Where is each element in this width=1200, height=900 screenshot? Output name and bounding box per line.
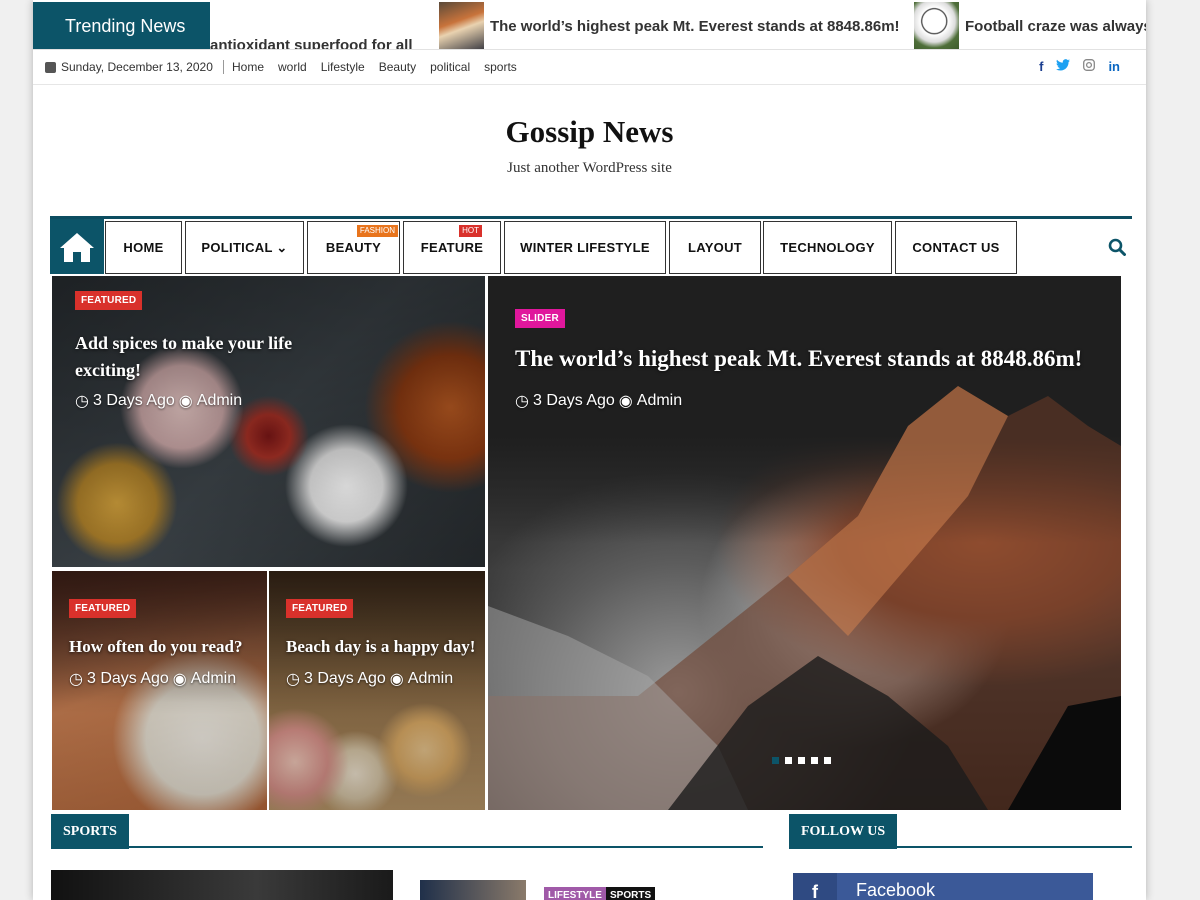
trending-ticker: Trending News antioxidant superfood for … (33, 2, 1146, 50)
nav-item-home[interactable]: HOME (105, 221, 182, 274)
post-title[interactable]: How often do you read? (69, 637, 264, 657)
nav-item-technology[interactable]: TECHNOLOGY (763, 221, 892, 274)
ticker-track: antioxidant superfood for all The world’… (210, 2, 1146, 49)
top-link-sports[interactable]: sports (484, 60, 517, 74)
facebook-icon: f (793, 873, 837, 900)
section-divider (789, 846, 1132, 848)
slider-dot[interactable] (772, 757, 779, 764)
top-link-political[interactable]: political (430, 60, 470, 74)
nav-item-layout[interactable]: LAYOUT (669, 221, 761, 274)
calendar-icon (45, 61, 56, 73)
trending-label: Trending News (33, 2, 210, 49)
top-link-beauty[interactable]: Beauty (379, 60, 416, 74)
post-time[interactable]: 3 Days Ago (93, 392, 175, 410)
user-icon: ◉ (172, 671, 187, 688)
facebook-icon[interactable]: f (1039, 59, 1043, 74)
post-author[interactable]: Admin (197, 392, 242, 410)
top-link-lifestyle[interactable]: Lifestyle (321, 60, 365, 74)
nav-item-winter-lifestyle[interactable]: WINTER LIFESTYLE (504, 221, 666, 274)
featured-post-small[interactable]: FEATURED How often do you read? ◷ 3 Days… (52, 571, 267, 810)
social-links: f in (1039, 59, 1120, 74)
category-tag-lifestyle[interactable]: LIFESTYLE (544, 887, 606, 900)
date-text: Sunday, December 13, 2020 (61, 60, 213, 74)
nav-item-feature[interactable]: HOT FEATURE (403, 221, 501, 274)
hot-tag: HOT (459, 225, 482, 237)
nav-item-beauty[interactable]: FASHION BEAUTY (307, 221, 400, 274)
facebook-label: Facebook (856, 880, 936, 900)
site-title[interactable]: Gossip News (33, 114, 1146, 150)
ticker-item[interactable]: Football craze was always (914, 2, 1146, 49)
clock-icon: ◷ (69, 671, 83, 688)
clock-icon: ◷ (75, 393, 89, 410)
slider-title[interactable]: The world’s highest peak Mt. Everest sta… (515, 346, 1115, 372)
slider-dot[interactable] (785, 757, 792, 764)
mountain-thumbnail[interactable] (438, 2, 484, 49)
sports-thumbnail[interactable] (420, 880, 526, 900)
user-icon: ◉ (389, 671, 404, 688)
football-thumbnail[interactable] (914, 2, 960, 49)
nav-item-political[interactable]: POLITICAL ⌄ (185, 221, 304, 274)
home-icon-button[interactable] (50, 219, 104, 274)
nav-item-contact-us[interactable]: CONTACT US (895, 221, 1017, 274)
ticker-item[interactable]: antioxidant superfood for all (210, 22, 413, 49)
date-display: Sunday, December 13, 2020 (45, 60, 224, 74)
page: Trending News antioxidant superfood for … (33, 0, 1146, 900)
featured-badge[interactable]: FEATURED (286, 599, 354, 618)
top-links: Home world Lifestyle Beauty political sp… (232, 60, 531, 74)
post-title[interactable]: Add spices to make your life exciting! (75, 330, 325, 384)
slider-dot[interactable] (798, 757, 805, 764)
top-bar: Sunday, December 13, 2020 Home world Lif… (33, 50, 1146, 85)
facebook-follow-box[interactable]: f Facebook (793, 873, 1093, 900)
post-author[interactable]: Admin (637, 392, 682, 410)
ticker-item-text[interactable]: antioxidant superfood for all (210, 37, 413, 49)
post-time[interactable]: 3 Days Ago (304, 670, 386, 688)
slider-pagination (772, 757, 831, 764)
post-time[interactable]: 3 Days Ago (87, 670, 169, 688)
ticker-item-text[interactable]: The world’s highest peak Mt. Everest sta… (490, 18, 900, 35)
search-icon[interactable] (1108, 238, 1126, 261)
linkedin-icon[interactable]: in (1108, 59, 1120, 74)
post-meta: ◷ 3 Days Ago ◉ Admin (515, 391, 682, 411)
ticker-item[interactable]: The world’s highest peak Mt. Everest sta… (438, 2, 900, 49)
section-divider (51, 846, 763, 848)
post-meta: ◷ 3 Days Ago ◉ Admin (69, 669, 236, 689)
user-icon: ◉ (618, 393, 633, 410)
home-icon (60, 232, 94, 262)
post-meta: ◷ 3 Days Ago ◉ Admin (286, 669, 453, 689)
image-overlay (52, 276, 485, 567)
post-time[interactable]: 3 Days Ago (533, 392, 615, 410)
post-title[interactable]: Beach day is a happy day! (286, 637, 484, 657)
featured-post-main[interactable]: FEATURED Add spices to make your life ex… (52, 276, 485, 567)
post-author[interactable]: Admin (408, 670, 453, 688)
main-navigation: HOME POLITICAL ⌄ FASHION BEAUTY HOT FEAT… (50, 216, 1132, 274)
slider-badge[interactable]: SLIDER (515, 309, 565, 328)
site-description: Just another WordPress site (507, 160, 672, 176)
sports-post-image[interactable] (51, 870, 393, 900)
slider-dot[interactable] (811, 757, 818, 764)
section-heading-sports: SPORTS (51, 814, 129, 849)
user-icon: ◉ (178, 393, 193, 410)
top-link-world[interactable]: world (278, 60, 307, 74)
slider[interactable]: SLIDER The world’s highest peak Mt. Ever… (488, 276, 1121, 810)
slider-dot[interactable] (824, 757, 831, 764)
featured-post-small[interactable]: FEATURED Beach day is a happy day! ◷ 3 D… (269, 571, 485, 810)
fashion-tag: FASHION (356, 225, 398, 237)
clock-icon: ◷ (286, 671, 300, 688)
ticker-item-text[interactable]: Football craze was always (965, 18, 1146, 35)
post-meta: ◷ 3 Days Ago ◉ Admin (75, 391, 242, 411)
post-author[interactable]: Admin (191, 670, 236, 688)
instagram-icon[interactable] (1083, 59, 1096, 74)
featured-badge[interactable]: FEATURED (69, 599, 137, 618)
category-tag-sports[interactable]: SPORTS (606, 887, 656, 900)
twitter-icon[interactable] (1056, 59, 1071, 74)
section-heading-follow-us: FOLLOW US (789, 814, 898, 849)
clock-icon: ◷ (515, 393, 529, 410)
featured-badge[interactable]: FEATURED (75, 291, 143, 310)
top-link-home[interactable]: Home (232, 60, 264, 74)
